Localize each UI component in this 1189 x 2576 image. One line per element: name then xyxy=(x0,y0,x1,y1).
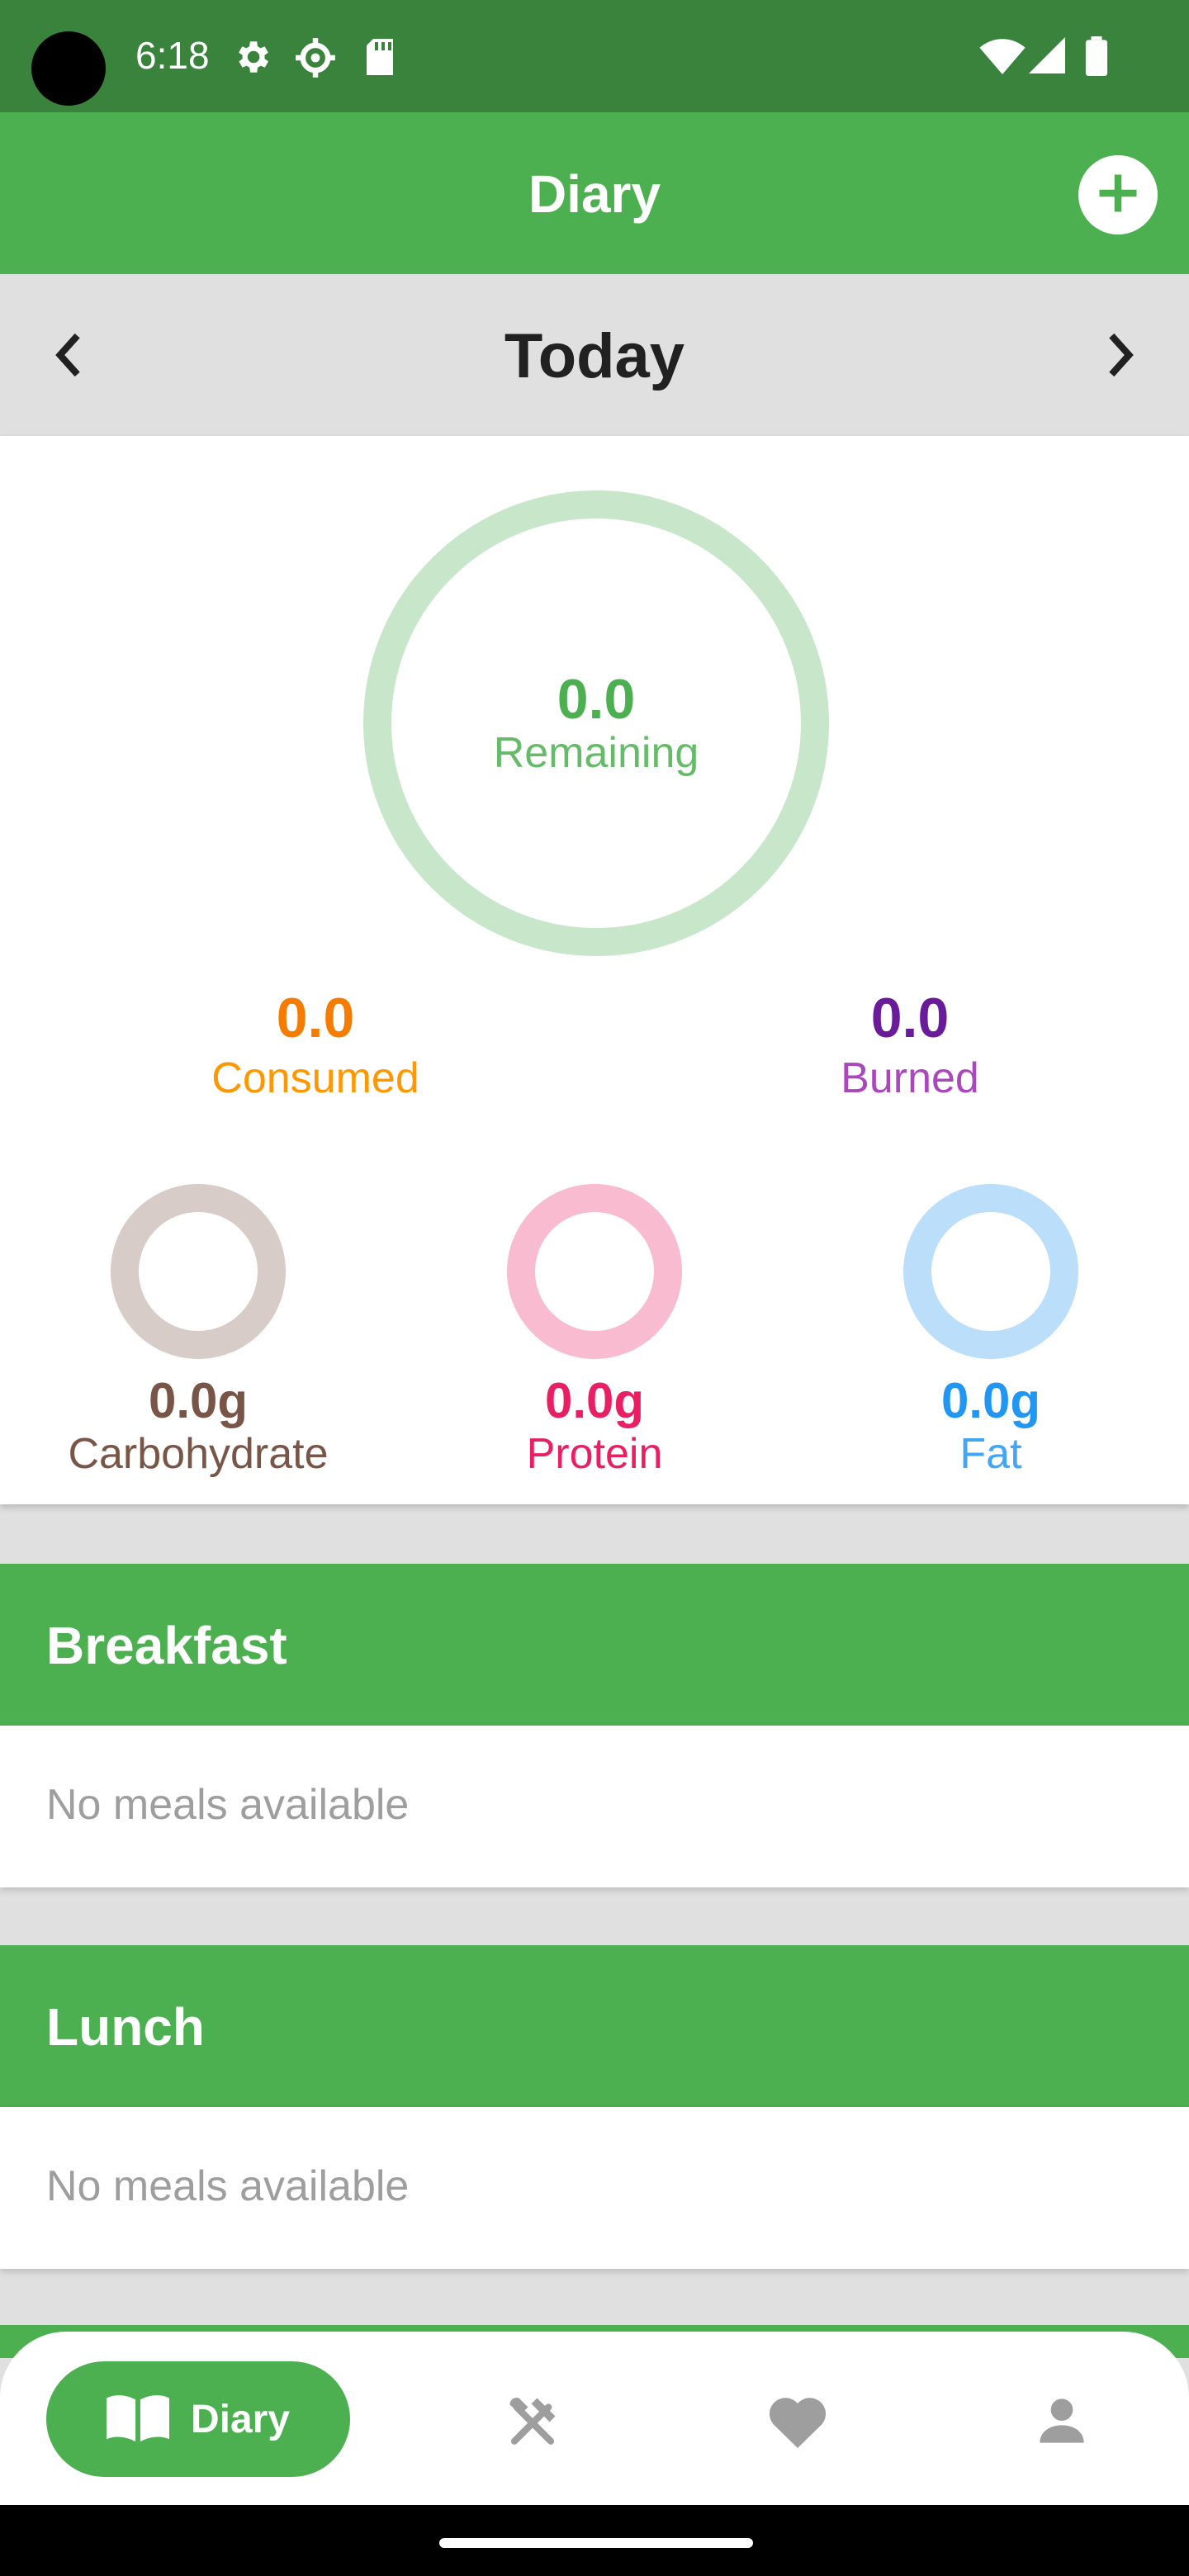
burned-value: 0.0 xyxy=(870,987,950,1049)
camera-cutout xyxy=(31,31,106,106)
macro-fat: 0.0g Fat xyxy=(809,1184,1172,1479)
meal-body-lunch: No meals available xyxy=(0,2107,1189,2269)
add-button[interactable] xyxy=(1078,155,1158,234)
protein-ring xyxy=(507,1184,682,1359)
page-title: Diary xyxy=(528,164,661,224)
signal-icon xyxy=(1029,36,1065,78)
consumed-value: 0.0 xyxy=(276,987,355,1049)
carbohydrate-value: 0.0g xyxy=(148,1373,249,1428)
chevron-right-icon xyxy=(1103,332,1139,382)
status-bar: 6:18 xyxy=(0,0,1189,112)
meal-header-breakfast[interactable]: Breakfast xyxy=(0,1564,1189,1726)
empty-meal-text: No meals available xyxy=(46,2162,410,2210)
fork-knife-icon xyxy=(505,2394,560,2452)
protein-value: 0.0g xyxy=(544,1373,645,1428)
plus-circle-icon xyxy=(1093,168,1143,222)
status-time: 6:18 xyxy=(135,34,210,77)
nav-item-profile[interactable] xyxy=(1029,2389,1095,2455)
consumed-label: Consumed xyxy=(211,1054,419,1102)
date-label: Today xyxy=(504,321,685,391)
nav-item-meals[interactable] xyxy=(500,2389,566,2455)
book-open-icon xyxy=(106,2392,169,2447)
nav-item-label: Diary xyxy=(190,2397,291,2441)
calorie-summary-card: 0.0 Remaining 0.0 Consumed 0.0 Burned 0.… xyxy=(0,436,1189,1504)
remaining-value: 0.0 xyxy=(557,668,636,731)
meal-title: Lunch xyxy=(46,1997,205,2057)
empty-meal-text: No meals available xyxy=(46,1781,410,1829)
carbohydrate-ring xyxy=(111,1184,286,1359)
settings-cog-icon xyxy=(294,36,337,83)
consumed-stat: 0.0 Consumed xyxy=(150,986,481,1103)
next-day-button[interactable] xyxy=(1088,324,1154,390)
bottom-navigation: Diary xyxy=(0,2332,1189,2505)
remaining-label: Remaining xyxy=(493,729,699,777)
fat-value: 0.0g xyxy=(940,1373,1041,1428)
macro-carbohydrate: 0.0g Carbohydrate xyxy=(17,1184,380,1479)
settings-gear-icon xyxy=(231,36,272,82)
meal-body-breakfast: No meals available xyxy=(0,1726,1189,1887)
meal-header-lunch[interactable]: Lunch xyxy=(0,1945,1189,2107)
carbohydrate-label: Carbohydrate xyxy=(68,1430,329,1478)
protein-label: Protein xyxy=(526,1430,663,1478)
sd-card-icon xyxy=(363,36,396,82)
nav-item-favorites[interactable] xyxy=(765,2389,831,2455)
app-bar: Diary xyxy=(0,112,1189,274)
home-gesture-handle[interactable] xyxy=(439,2538,753,2548)
person-icon xyxy=(1035,2394,1088,2451)
burned-label: Burned xyxy=(841,1054,979,1102)
nav-item-diary[interactable]: Diary xyxy=(46,2361,350,2477)
meal-title: Breakfast xyxy=(46,1616,287,1675)
burned-stat: 0.0 Burned xyxy=(745,986,1075,1103)
macro-protein: 0.0g Protein xyxy=(413,1184,776,1479)
heart-icon xyxy=(768,2394,827,2452)
fat-label: Fat xyxy=(959,1430,1022,1478)
battery-icon xyxy=(1085,36,1108,80)
fat-ring xyxy=(903,1184,1078,1359)
date-navigation: Today xyxy=(0,274,1189,436)
wifi-icon xyxy=(979,36,1026,78)
system-gesture-bar xyxy=(0,2505,1189,2576)
